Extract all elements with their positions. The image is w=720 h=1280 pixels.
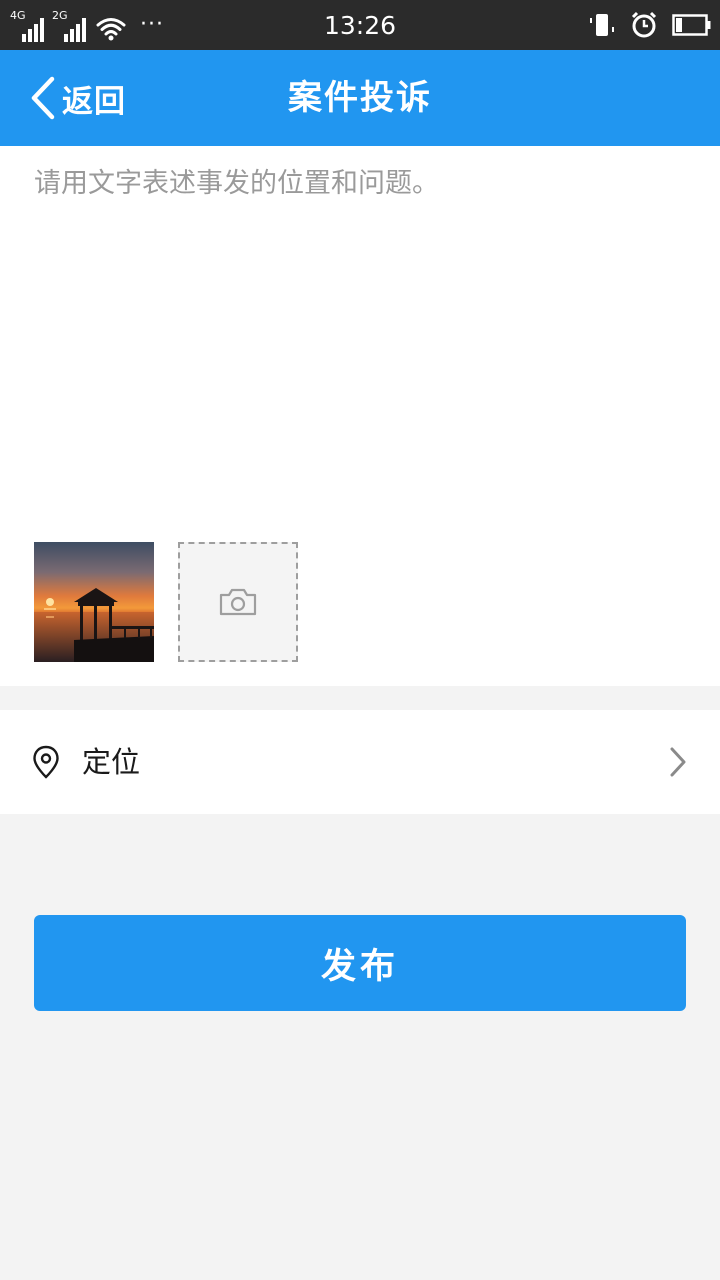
- status-right-group: [588, 10, 712, 40]
- attached-photo-thumbnail[interactable]: [34, 542, 154, 662]
- app-header: 返回 案件投诉: [0, 50, 720, 146]
- alarm-icon: [631, 11, 657, 38]
- camera-icon: [219, 588, 257, 616]
- complaint-form-card: [0, 146, 720, 686]
- add-photo-button[interactable]: [178, 542, 298, 662]
- status-bar: 4G 2G ··· 13:26: [0, 0, 720, 50]
- sunset-photo-image: [34, 542, 154, 662]
- publish-button[interactable]: 发布: [34, 915, 686, 1011]
- vibrate-icon: [590, 14, 614, 36]
- location-row[interactable]: 定位: [0, 710, 720, 814]
- battery-icon: [672, 14, 711, 36]
- chevron-right-icon: [670, 747, 686, 777]
- page-title: 案件投诉: [288, 78, 432, 118]
- publish-label: 发布: [320, 946, 399, 986]
- description-input[interactable]: [34, 164, 686, 504]
- location-label: 定位: [82, 745, 141, 779]
- location-pin-icon: [33, 745, 59, 779]
